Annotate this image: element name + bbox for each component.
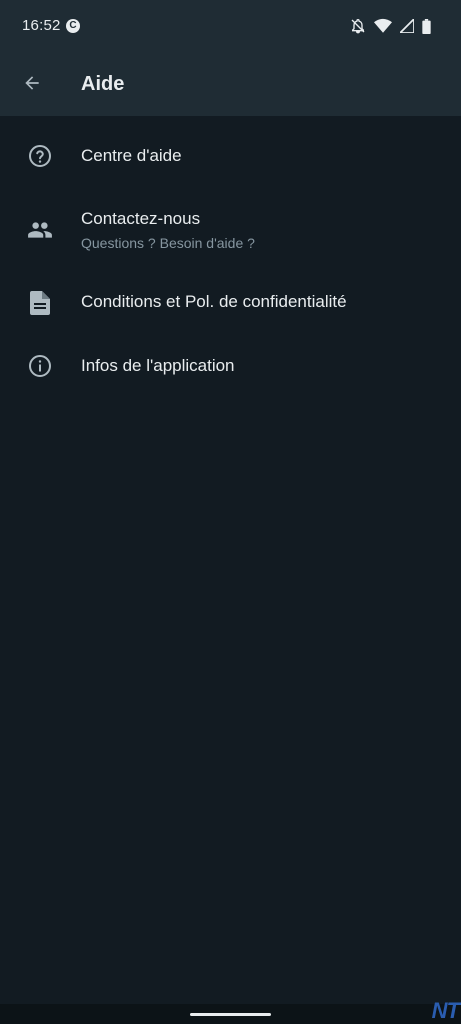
wifi-icon [374, 18, 392, 39]
watermark-logo: NT [431, 998, 460, 1023]
menu-item-sublabel: Questions ? Besoin d'aide ? [81, 235, 255, 251]
app-bar: Aide [0, 54, 461, 116]
status-bar: 16:52 C [0, 0, 461, 54]
people-icon [27, 217, 53, 243]
signal-icon [397, 16, 415, 38]
menu-item-label: Infos de l'application [81, 356, 235, 375]
menu-item-app-info[interactable]: Infos de l'application [0, 334, 461, 398]
menu-item-help-center[interactable]: Centre d'aide [0, 124, 461, 188]
status-icons [350, 16, 431, 39]
menu-item-label: Contactez-nous [81, 209, 201, 228]
page-title: Aide [81, 73, 125, 95]
document-icon [27, 290, 53, 316]
help-circle-icon [27, 143, 53, 169]
back-button[interactable] [14, 67, 50, 103]
notifications-off-icon [350, 18, 366, 39]
menu-item-terms-privacy[interactable]: Conditions et Pol. de confidentialité [0, 270, 461, 334]
notification-app-icon: C [66, 19, 80, 33]
system-nav-bar [0, 1004, 461, 1024]
battery-icon [422, 18, 431, 39]
menu-item-label: Centre d'aide [81, 146, 182, 165]
menu-item-label: Conditions et Pol. de confidentialité [81, 292, 347, 311]
info-icon [27, 353, 53, 379]
status-time: 16:52 [22, 17, 61, 34]
menu-item-contact-us[interactable]: Contactez-nous Questions ? Besoin d'aide… [0, 196, 461, 266]
arrow-left-icon [22, 73, 42, 98]
home-gesture-handle[interactable] [190, 1013, 271, 1016]
